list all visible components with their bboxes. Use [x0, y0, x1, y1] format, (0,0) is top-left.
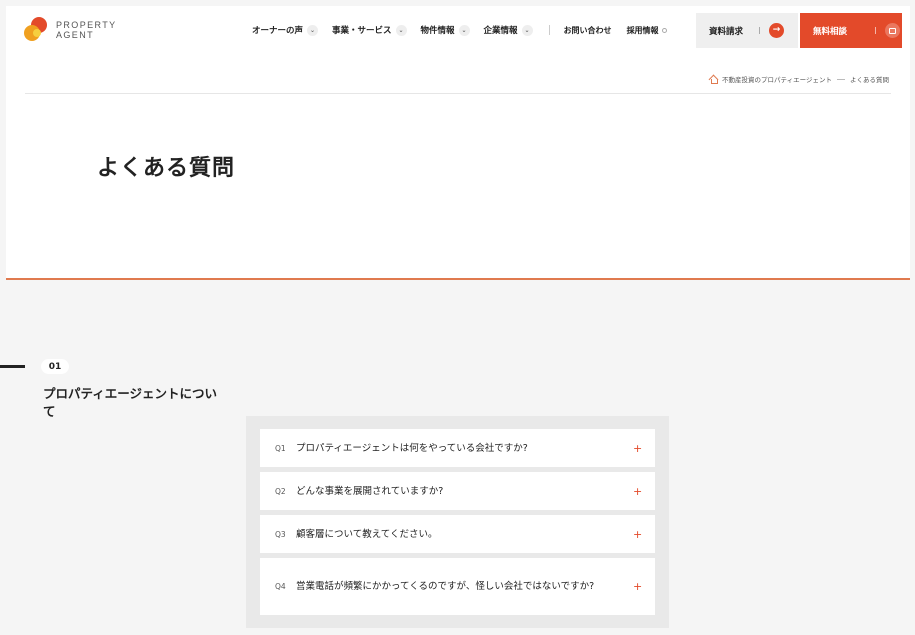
breadcrumb-divider	[25, 93, 891, 94]
faq-number: Q1	[275, 443, 286, 453]
plus-icon: +	[633, 484, 643, 498]
nav-item-label: 物件情報	[420, 26, 455, 36]
plus-icon: +	[633, 441, 643, 455]
logo-text-line2: AGENT	[56, 30, 95, 40]
header-card-accent-border	[6, 278, 910, 280]
section-marker-line	[0, 365, 25, 368]
plus-icon: +	[633, 580, 643, 593]
button-divider	[875, 27, 877, 34]
free-consult-label: 無料相談	[813, 26, 848, 37]
nav-item-owner-voice[interactable]: オーナーの声 ⌄	[252, 24, 319, 36]
recruit-link[interactable]: 採用情報	[627, 25, 667, 36]
faq-item-q1[interactable]: Q1 プロパティエージェントは何をやっている会社ですか? +	[260, 429, 655, 467]
doc-request-label: 資料請求	[709, 26, 744, 37]
faq-item-q2[interactable]: Q2 どんな事業を展開されていますか? +	[260, 472, 655, 510]
faq-question: プロパティエージェントは何をやっている会社ですか?	[296, 442, 528, 454]
plus-icon: +	[633, 527, 643, 541]
faq-list: Q1 プロパティエージェントは何をやっている会社ですか? + Q2 どんな事業を…	[246, 416, 669, 628]
nav-item-company[interactable]: 企業情報 ⌄	[484, 24, 533, 36]
chevron-down-icon: ⌄	[521, 24, 533, 36]
home-icon	[709, 75, 718, 84]
nav-item-label: 事業・サービス	[332, 26, 392, 36]
logo-text-line1: PROPERTY	[56, 20, 117, 30]
faq-question: 顧客層について教えてください。	[296, 528, 438, 540]
breadcrumb-home-link[interactable]: 不動産投資のプロパティエージェント	[722, 74, 832, 84]
free-consult-button[interactable]: 無料相談	[800, 13, 902, 48]
faq-item-q3[interactable]: Q3 顧客層について教えてください。 +	[260, 515, 655, 553]
page-title: よくある質問	[97, 156, 236, 181]
site-logo[interactable]: PROPERTY AGENT	[24, 17, 117, 43]
breadcrumb-separator	[837, 78, 845, 80]
chevron-down-icon: ⌄	[307, 24, 319, 36]
recruit-link-label: 採用情報	[626, 25, 659, 35]
contact-link[interactable]: お問い合わせ	[564, 25, 612, 36]
nav-item-services[interactable]: 事業・サービス ⌄	[332, 24, 407, 36]
faq-question: どんな事業を展開されていますか?	[296, 485, 444, 497]
button-divider	[759, 27, 761, 34]
chevron-down-icon: ⌄	[395, 24, 407, 36]
section-title: プロパティエージェントについて	[43, 386, 218, 419]
logo-mark-icon	[24, 17, 49, 43]
faq-number: Q4	[275, 582, 286, 591]
logo-text: PROPERTY AGENT	[56, 20, 117, 40]
faq-item-q4[interactable]: Q4 営業電話が頻繁にかかってくるのですが、怪しい会社ではないですか? +	[260, 558, 655, 615]
chat-icon	[885, 23, 901, 38]
arrow-right-icon: →	[769, 23, 785, 38]
breadcrumb-current: よくある質問	[850, 76, 889, 84]
section-number-badge: 01	[41, 359, 69, 374]
doc-request-button[interactable]: 資料請求 →	[696, 13, 798, 48]
nav-divider	[548, 25, 550, 35]
chevron-down-icon: ⌄	[458, 24, 470, 36]
nav-item-properties[interactable]: 物件情報 ⌄	[421, 24, 470, 36]
global-nav: オーナーの声 ⌄ 事業・サービス ⌄ 物件情報 ⌄ 企業情報 ⌄ お問い合わせ …	[252, 24, 682, 36]
breadcrumb: 不動産投資のプロパティエージェント よくある質問	[709, 74, 889, 84]
faq-question: 営業電話が頻繁にかかってくるのですが、怪しい会社ではないですか?	[296, 581, 595, 592]
faq-number: Q2	[275, 486, 286, 496]
nav-item-label: 企業情報	[483, 26, 518, 36]
nav-item-label: オーナーの声	[252, 26, 304, 36]
faq-number: Q3	[275, 529, 286, 539]
external-link-icon	[661, 27, 667, 33]
